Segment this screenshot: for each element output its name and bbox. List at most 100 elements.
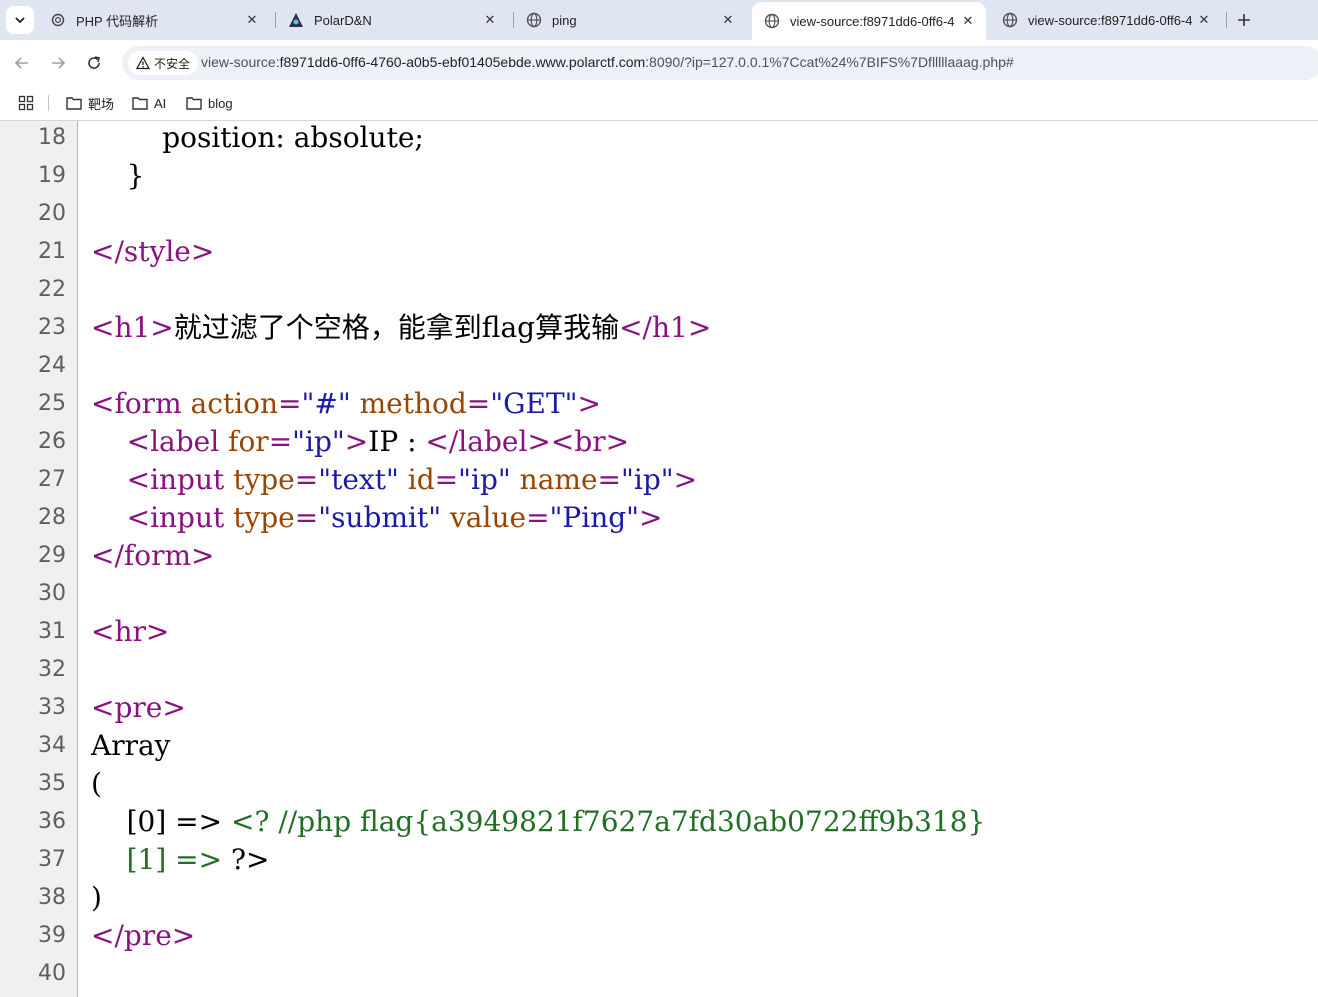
line-number: 29 <box>38 543 66 568</box>
apps-button[interactable] <box>16 93 36 113</box>
code-text: } <box>126 159 145 192</box>
line-number: 35 <box>38 771 66 796</box>
address-bar[interactable]: 不安全 view-source:f8971dd6-0ff6-4760-a0b5-… <box>122 46 1318 80</box>
security-label: 不安全 <box>154 56 191 71</box>
bookmark-folder-ai[interactable]: AI <box>132 92 166 114</box>
code-text: <label for="ip">IP : </label><br> <box>126 425 630 458</box>
code-text: <input type="text" id="ip" name="ip"> <box>126 463 698 496</box>
url-text[interactable]: view-source:f8971dd6-0ff6-4760-a0b5-ebf0… <box>201 54 1014 70</box>
folder-icon <box>186 97 202 110</box>
tab-polardn[interactable]: PolarD&N ✕ <box>276 4 508 36</box>
source-line: 25 <form action="#" method="GET"> <box>0 385 1318 423</box>
tab-separator <box>1226 12 1227 28</box>
globe-icon <box>764 13 780 29</box>
source-line: 21 </style> <box>0 233 1318 271</box>
globe-icon <box>526 12 542 28</box>
new-tab-button[interactable] <box>1232 8 1256 32</box>
source-line: 24 <box>0 347 1318 385</box>
line-number: 21 <box>38 239 66 264</box>
source-line: 36 [0] => <? //php flag{a3949821f7627a7f… <box>0 803 1318 841</box>
tab-strip: PHP 代码解析 ✕ PolarD&N ✕ ping ✕ view-source… <box>0 0 1318 40</box>
code-text: ) <box>91 881 102 914</box>
forward-button[interactable] <box>46 51 70 75</box>
toolbar: 不安全 view-source:f8971dd6-0ff6-4760-a0b5-… <box>0 40 1318 86</box>
line-number: 28 <box>38 505 66 530</box>
code-text: [0] => <? //php flag{a3949821f7627a7fd30… <box>126 805 986 838</box>
openai-icon <box>50 12 66 28</box>
bookmark-label: AI <box>154 95 167 111</box>
reload-button[interactable] <box>82 51 106 75</box>
line-number: 25 <box>38 391 66 416</box>
source-line: 19 } <box>0 157 1318 195</box>
tab-view-source[interactable]: view-source:f8971dd6-0ff6-4 ✕ <box>990 4 1222 36</box>
line-number: 31 <box>38 619 66 644</box>
polar-logo-icon <box>288 12 304 28</box>
code-text: <pre> <box>91 691 186 724</box>
line-number: 37 <box>38 847 66 872</box>
source-line: 39 </pre> <box>0 917 1318 955</box>
apps-grid-icon <box>18 95 34 111</box>
source-line: 27 <input type="text" id="ip" name="ip"> <box>0 461 1318 499</box>
folder-icon <box>66 97 82 110</box>
source-line: 30 <box>0 575 1318 613</box>
code-text: position: absolute; <box>162 121 424 154</box>
close-icon[interactable]: ✕ <box>958 11 978 31</box>
source-line: 29 </form> <box>0 537 1318 575</box>
url-host: f8971dd6-0ff6-4760-a0b5-ebf01405ebde.www… <box>279 54 646 70</box>
code-text: <input type="submit" value="Ping"> <box>126 501 663 534</box>
source-line: 26 <label for="ip">IP : </label><br> <box>0 423 1318 461</box>
bookmarks-separator <box>48 95 49 111</box>
source-line: 28 <input type="submit" value="Ping"> <box>0 499 1318 537</box>
plus-icon <box>1238 14 1250 26</box>
reload-icon <box>88 56 100 69</box>
bookmark-label: blog <box>208 95 233 111</box>
line-number: 32 <box>38 657 66 682</box>
line-number: 38 <box>38 885 66 910</box>
line-number: 23 <box>38 315 66 340</box>
line-number: 34 <box>38 733 66 758</box>
source-line: 22 <box>0 271 1318 309</box>
bookmark-folder-blog[interactable]: blog <box>186 92 233 114</box>
line-number: 40 <box>38 961 66 986</box>
line-number: 36 <box>38 809 66 834</box>
close-icon[interactable]: ✕ <box>718 10 738 30</box>
tab-ping[interactable]: ping ✕ <box>514 4 746 36</box>
line-number: 33 <box>38 695 66 720</box>
line-number: 30 <box>38 581 66 606</box>
source-line: 20 <box>0 195 1318 233</box>
tab-view-source-active[interactable]: view-source:f8971dd6-0ff6-4 ✕ <box>752 2 986 40</box>
close-icon[interactable]: ✕ <box>242 10 262 30</box>
tab-title: PHP 代码解析 <box>76 13 159 29</box>
source-line: 32 <box>0 651 1318 689</box>
line-number: 24 <box>38 353 66 378</box>
url-rest: :8090/?ip=127.0.0.1%7Ccat%24%7BIFS%7Dfll… <box>645 54 1014 70</box>
tab-title: ping <box>552 12 577 28</box>
code-text: <h1>就过滤了个空格，能拿到flag算我输</h1> <box>91 311 712 344</box>
flag-comment: <? //php flag{a3949821f7627a7fd30ab0722f… <box>231 805 986 838</box>
source-line: 23 <h1>就过滤了个空格，能拿到flag算我输</h1> <box>0 309 1318 347</box>
security-chip[interactable]: 不安全 <box>128 51 199 75</box>
code-text: </form> <box>91 539 215 572</box>
tab-title: view-source:f8971dd6-0ff6-4 <box>790 13 955 29</box>
chevron-down-icon <box>15 17 25 24</box>
url-prefix: view-source: <box>201 54 280 70</box>
line-number: 18 <box>38 125 66 150</box>
source-view: 18 position: absolute; 19 } 20 21 </styl… <box>0 121 1318 997</box>
arrow-right-icon <box>52 57 66 69</box>
globe-icon <box>1002 12 1018 28</box>
back-button[interactable] <box>10 51 34 75</box>
line-number: 27 <box>38 467 66 492</box>
bookmarks-bar: 靶场 AI blog <box>0 86 1318 121</box>
folder-icon <box>132 97 148 110</box>
source-line: 38 ) <box>0 879 1318 917</box>
source-line: 18 position: absolute; <box>0 121 1318 157</box>
source-line: 34 Array <box>0 727 1318 765</box>
close-icon[interactable]: ✕ <box>480 10 500 30</box>
tab-search-button[interactable] <box>6 6 34 34</box>
close-icon[interactable]: ✕ <box>1194 10 1214 30</box>
source-line: 40 <box>0 955 1318 993</box>
tab-php-parse[interactable]: PHP 代码解析 ✕ <box>38 4 270 36</box>
code-text: <hr> <box>91 615 170 648</box>
bookmark-folder-range[interactable]: 靶场 <box>66 92 114 114</box>
source-line: 31 <hr> <box>0 613 1318 651</box>
